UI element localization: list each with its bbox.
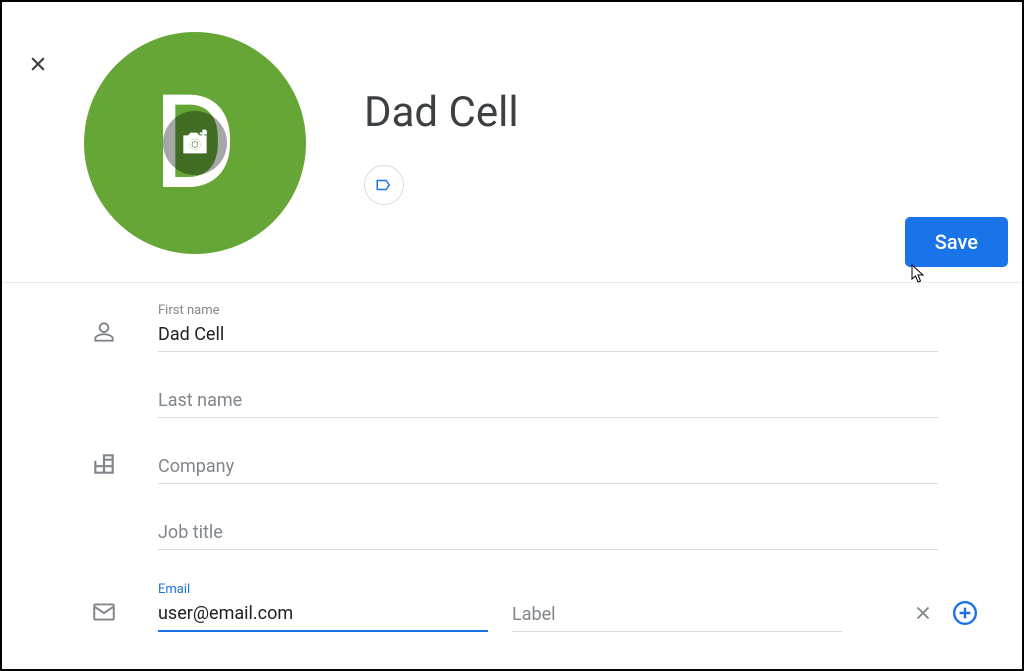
company-input[interactable]: [158, 452, 938, 484]
email-row: Email: [90, 582, 1002, 632]
person-icon: [90, 318, 118, 346]
label-icon: [375, 176, 393, 194]
email-label-input[interactable]: [512, 600, 842, 632]
email-actions: [912, 600, 978, 626]
company-row: [90, 450, 1002, 484]
camera-add-icon: [179, 127, 211, 159]
last-name-row: [90, 384, 1002, 418]
add-email-button[interactable]: [952, 600, 978, 626]
company-field-container: [158, 452, 938, 484]
company-icon: [90, 450, 118, 478]
contact-name: Dad Cell: [364, 88, 519, 137]
clear-email-button[interactable]: [912, 602, 934, 624]
title-section: Dad Cell: [364, 32, 519, 205]
last-name-input[interactable]: [158, 386, 938, 418]
job-title-input[interactable]: [158, 518, 938, 550]
job-title-field-container: [158, 518, 938, 550]
first-name-label: First name: [158, 303, 938, 318]
form-section: First name: [2, 283, 1022, 632]
avatar-container: D: [84, 32, 306, 254]
close-icon: [912, 602, 934, 624]
email-label-field-container: [512, 600, 842, 632]
job-title-row: [90, 516, 1002, 550]
change-photo-button[interactable]: [163, 111, 227, 175]
name-row: First name: [90, 303, 1002, 352]
plus-circle-icon: [952, 600, 978, 626]
email-label: Email: [158, 582, 488, 597]
email-field-container: Email: [158, 582, 488, 632]
last-name-field-container: [158, 386, 938, 418]
save-button[interactable]: Save: [905, 217, 1008, 267]
first-name-input[interactable]: [158, 320, 938, 352]
first-name-field-container: First name: [158, 303, 938, 352]
email-input[interactable]: [158, 599, 488, 632]
email-icon: [90, 598, 118, 626]
add-label-button[interactable]: [364, 165, 404, 205]
contact-header: D Dad Cell Save: [2, 2, 1022, 282]
